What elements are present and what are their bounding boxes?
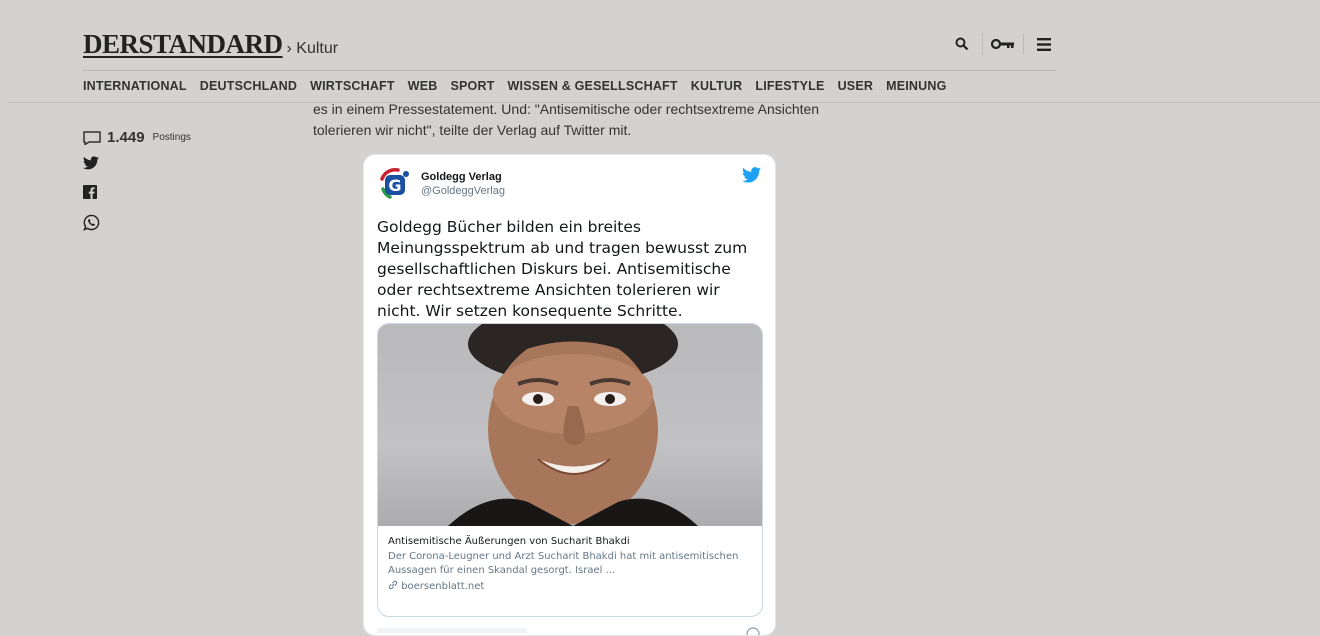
tweet-text: Goldegg Bücher bilden ein breites Meinun… bbox=[377, 218, 748, 320]
article-text: es in einem Pressestatement. Und: "Antis… bbox=[313, 99, 873, 141]
section-breadcrumb[interactable]: › Kultur bbox=[287, 40, 339, 58]
postings-link[interactable]: 1.449 Postings bbox=[83, 129, 191, 146]
site-header: DERSTANDARD › Kultur INTERNATIONAL DEUTS… bbox=[8, 12, 1320, 103]
preview-title: Antisemitische Äußerungen von Sucharit B… bbox=[388, 536, 630, 547]
nav-kultur[interactable]: KULTUR bbox=[691, 79, 743, 93]
link-icon bbox=[388, 580, 398, 590]
preview-domain-row: boersenblatt.net bbox=[388, 580, 752, 592]
nav-user[interactable]: USER bbox=[838, 79, 874, 93]
preview-description: Der Corona-Leugner und Arzt Sucharit Bha… bbox=[388, 551, 739, 576]
twitter-icon[interactable] bbox=[83, 156, 101, 174]
preview-text: Antisemitische Äußerungen von Sucharit B… bbox=[388, 536, 752, 592]
svg-text:G: G bbox=[388, 176, 401, 195]
comment-icon bbox=[83, 130, 101, 145]
nav-web[interactable]: WEB bbox=[408, 79, 438, 93]
key-icon[interactable] bbox=[989, 32, 1017, 56]
tweet-author-handle[interactable]: @GoldeggVerlag bbox=[421, 185, 505, 197]
preview-image bbox=[378, 324, 762, 526]
nav-meinung[interactable]: MEINUNG bbox=[886, 79, 946, 93]
link-preview-card[interactable]: Antisemitische Äußerungen von Sucharit B… bbox=[377, 323, 763, 617]
tweet-header: G Goldegg Verlag @GoldeggVerlag bbox=[376, 165, 505, 203]
site-logo[interactable]: DERSTANDARD bbox=[83, 29, 283, 60]
whatsapp-icon[interactable] bbox=[83, 214, 101, 232]
menu-icon[interactable] bbox=[1030, 32, 1058, 56]
header-divider bbox=[83, 70, 1056, 71]
page: DERSTANDARD › Kultur INTERNATIONAL DEUTS… bbox=[8, 12, 1320, 636]
divider bbox=[982, 33, 983, 55]
tweet-author-name[interactable]: Goldegg Verlag bbox=[421, 171, 505, 183]
nav-international[interactable]: INTERNATIONAL bbox=[83, 79, 187, 93]
avatar[interactable]: G bbox=[376, 165, 414, 203]
nav-deutschland[interactable]: DEUTSCHLAND bbox=[200, 79, 297, 93]
main-navigation: INTERNATIONAL DEUTSCHLAND WIRTSCHAFT WEB… bbox=[83, 79, 947, 93]
facebook-icon[interactable] bbox=[83, 185, 101, 203]
share-buttons bbox=[83, 156, 191, 232]
social-sidebar: 1.449 Postings bbox=[83, 129, 191, 232]
postings-label: Postings bbox=[152, 132, 191, 143]
nav-sport[interactable]: SPORT bbox=[450, 79, 494, 93]
twitter-bird-icon[interactable] bbox=[742, 167, 761, 188]
header-actions bbox=[948, 32, 1058, 56]
embedded-tweet[interactable]: G Goldegg Verlag @GoldeggVerlag Goldegg … bbox=[363, 154, 776, 636]
nav-wirtschaft[interactable]: WIRTSCHAFT bbox=[310, 79, 395, 93]
divider bbox=[1023, 33, 1024, 55]
article-line: tolerieren wir nicht", teilte der Verlag… bbox=[313, 122, 632, 138]
nav-wissen-gesellschaft[interactable]: WISSEN & GESELLSCHAFT bbox=[508, 79, 678, 93]
tweet-footer bbox=[377, 623, 762, 635]
search-icon[interactable] bbox=[948, 32, 976, 56]
nav-lifestyle[interactable]: LIFESTYLE bbox=[755, 79, 824, 93]
preview-domain: boersenblatt.net bbox=[401, 581, 485, 592]
brand: DERSTANDARD › Kultur bbox=[83, 29, 338, 60]
postings-count: 1.449 bbox=[107, 129, 145, 146]
